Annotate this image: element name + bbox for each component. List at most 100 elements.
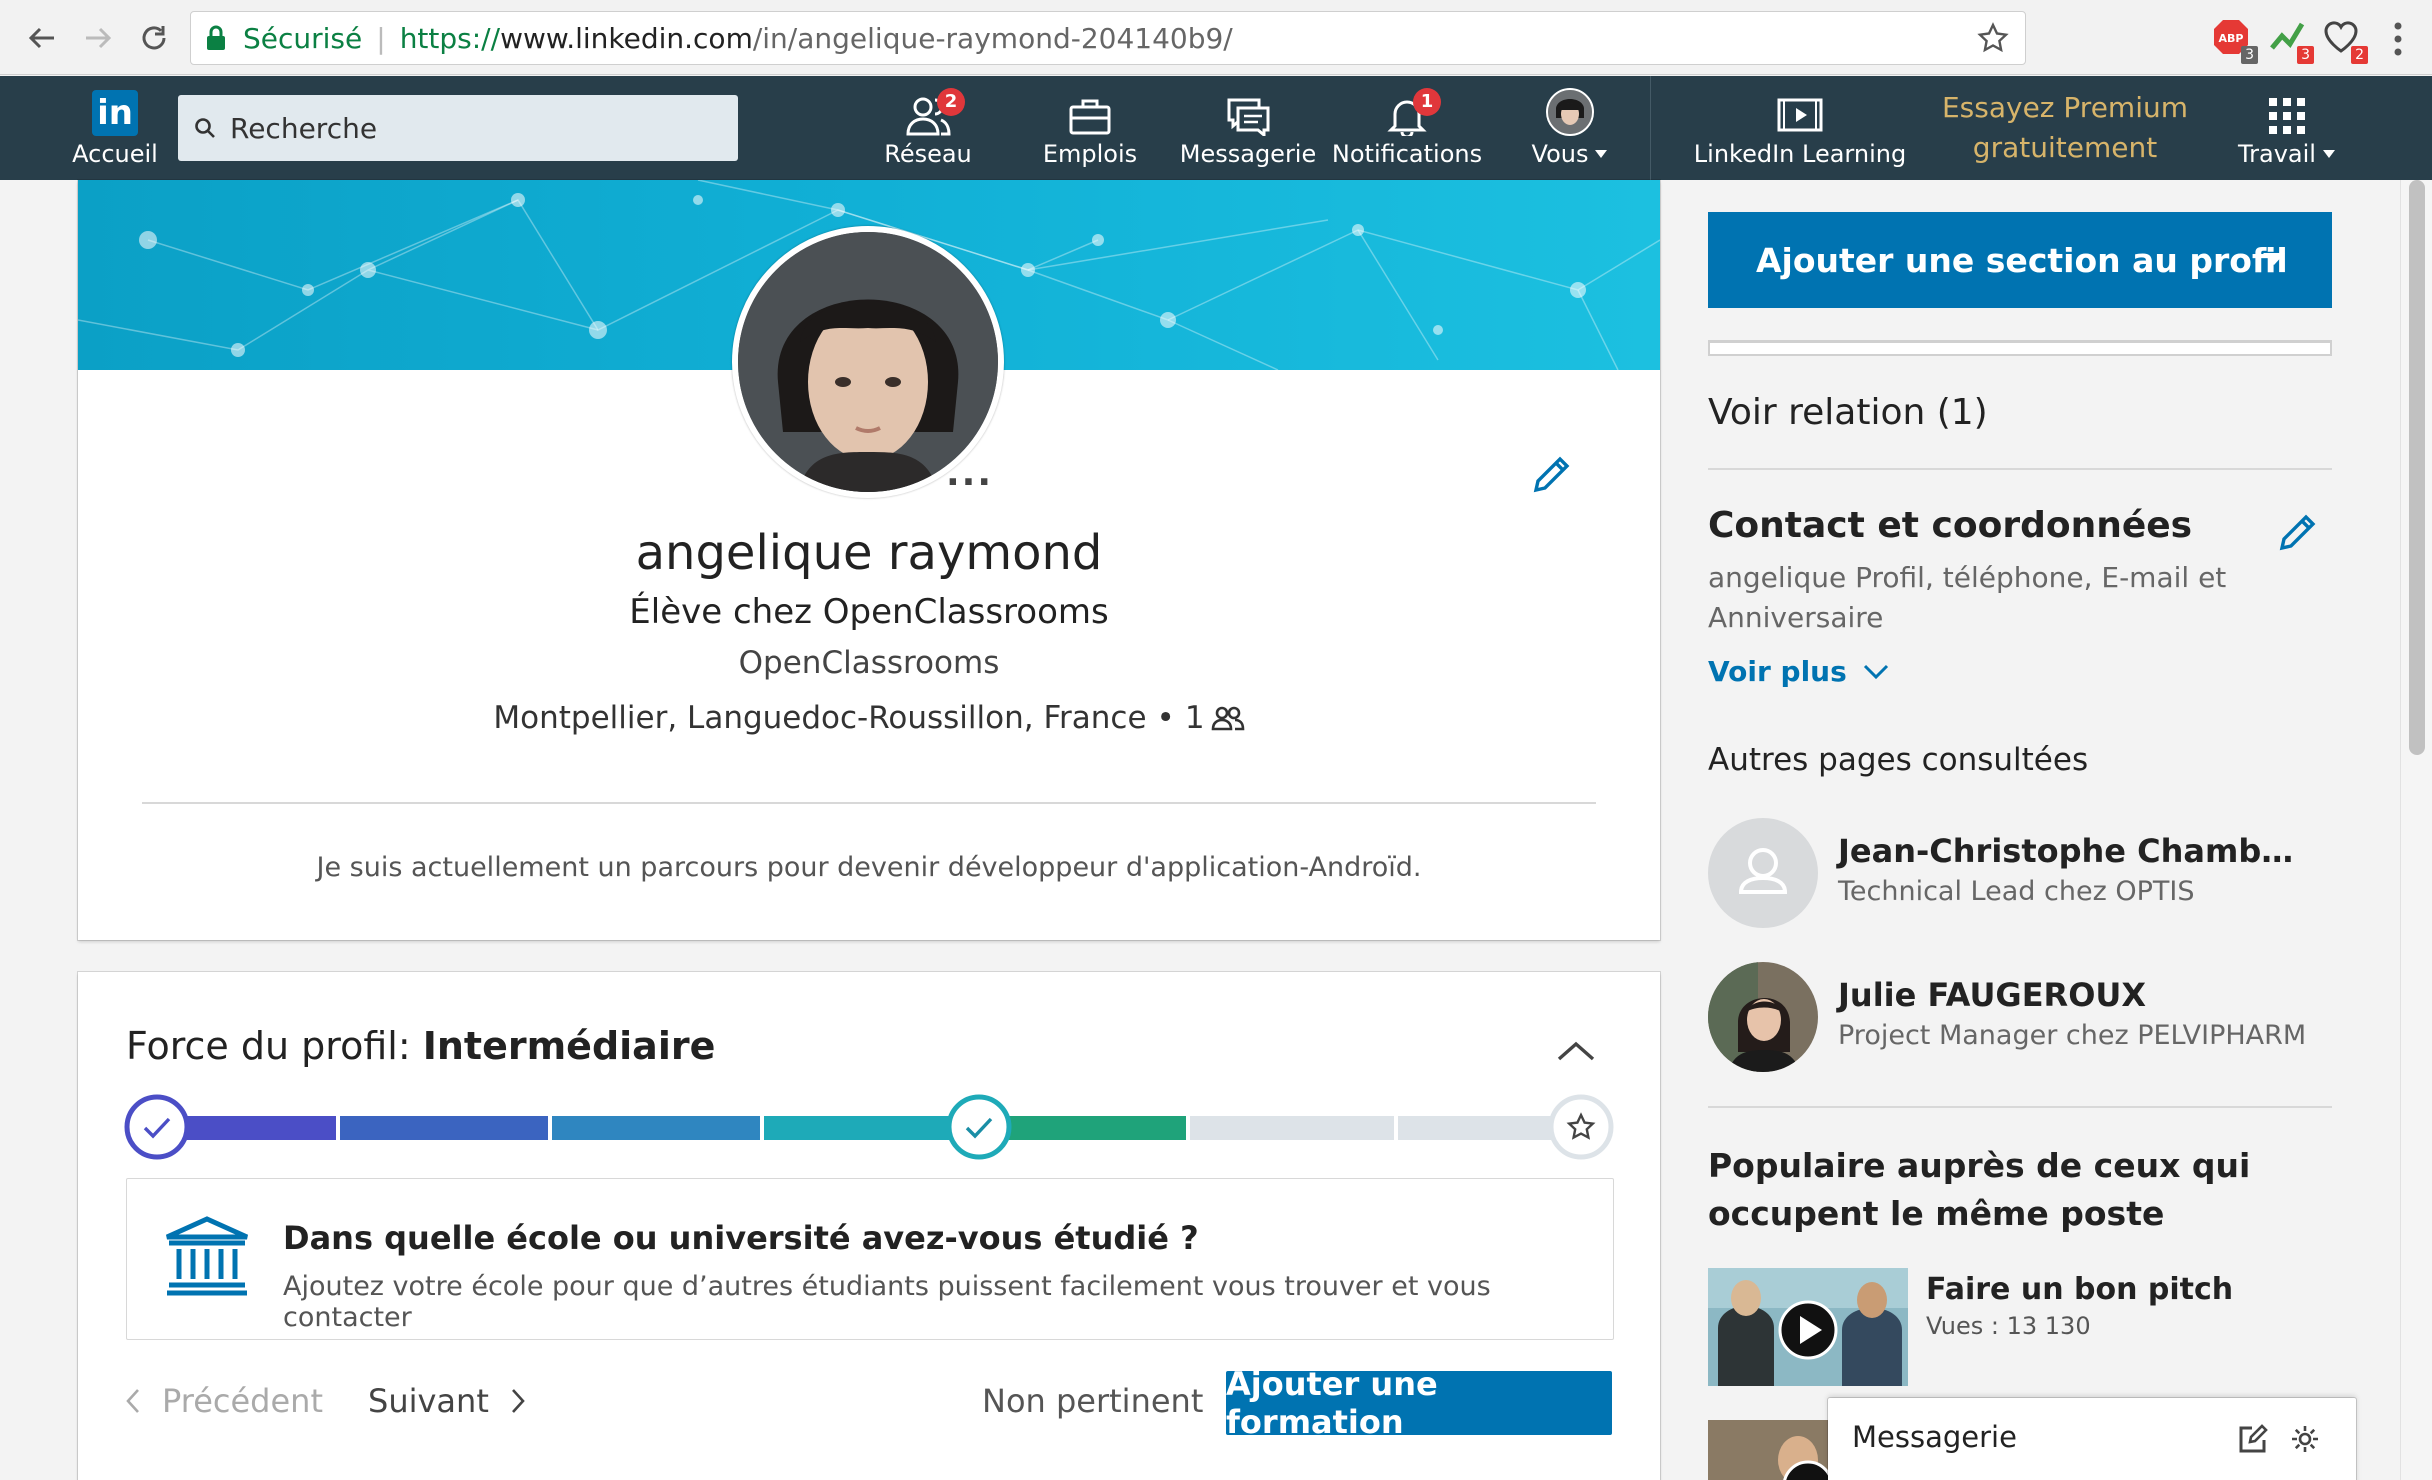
linkedin-logo-text: in — [97, 93, 133, 133]
back-arrow-icon[interactable] — [18, 14, 66, 62]
next-button[interactable]: Suivant — [368, 1382, 525, 1420]
network-badge: 2 — [937, 88, 965, 116]
strength-segment-2 — [340, 1116, 548, 1140]
contact-info-title: Contact et coordonnées — [1708, 505, 2193, 546]
profile-location-row: Montpellier, Languedoc-Roussillon, Franc… — [78, 700, 1660, 736]
forward-arrow-icon[interactable] — [74, 14, 122, 62]
strength-segment-4 — [764, 1116, 972, 1140]
person-name: Jean-Christophe Chamb… — [1838, 832, 2294, 870]
check-circle-icon — [946, 1094, 1012, 1160]
search-input[interactable]: Recherche — [178, 95, 738, 161]
check-circle-icon — [124, 1094, 190, 1160]
add-profile-section-button[interactable]: Ajouter une section au profil — [1708, 212, 2332, 308]
reload-icon[interactable] — [130, 14, 178, 62]
nav-jobs[interactable]: Emplois — [1030, 76, 1150, 180]
learning-icon — [1776, 96, 1824, 136]
profile-summary[interactable]: Je suis actuellement un parcours pour de… — [78, 852, 1660, 883]
chevron-right-icon — [511, 1388, 525, 1414]
nav-messaging[interactable]: Messagerie — [1178, 76, 1318, 180]
chevron-left-icon — [126, 1388, 140, 1414]
linkedin-navbar: in Accueil Recherche 2 Réseau Emplois Me… — [0, 76, 2432, 180]
also-viewed-person[interactable]: Jean-Christophe Chamb… Technical Lead ch… — [1708, 818, 2348, 928]
course-thumbnail[interactable] — [1708, 1268, 1908, 1386]
see-more-label: Voir plus — [1708, 655, 1847, 688]
browser-toolbar: Sécurisé | https://www.linkedin.com/in/a… — [0, 0, 2432, 75]
more-actions-button[interactable]: ··· — [946, 462, 993, 503]
star-goal-icon — [1548, 1094, 1614, 1160]
strength-level: Intermédiaire — [422, 1024, 716, 1068]
rail-progress-bar — [1708, 340, 2332, 356]
course-views: Vues : 13 130 — [1926, 1312, 2091, 1340]
profile-photo[interactable] — [732, 226, 1004, 498]
page-scrollbar[interactable] — [2400, 180, 2432, 1480]
school-suggestion-box: Dans quelle école ou université avez-vou… — [126, 1178, 1614, 1340]
search-icon — [194, 117, 216, 139]
also-viewed-person[interactable]: Julie FAUGEROUX Project Manager chez PEL… — [1708, 962, 2348, 1072]
connections-link[interactable]: 1 — [1185, 700, 1245, 736]
browser-menu-icon[interactable] — [2392, 20, 2404, 58]
next-label: Suivant — [368, 1382, 489, 1420]
network-icon: 2 — [905, 88, 965, 136]
connections-icon — [1211, 705, 1245, 731]
add-education-button[interactable]: Ajouter une formation — [1226, 1365, 1612, 1441]
adblock-extension-icon[interactable]: ABP 3 — [2212, 18, 2258, 64]
nav-notifications-label: Notifications — [1331, 140, 1483, 168]
settings-gear-icon[interactable] — [2290, 1424, 2320, 1454]
nav-notifications[interactable]: 1 Notifications — [1332, 76, 1482, 180]
nav-home[interactable]: in Accueil — [70, 76, 160, 180]
edit-pencil-icon[interactable] — [1530, 454, 1572, 496]
address-bar[interactable]: Sécurisé | https://www.linkedin.com/in/a… — [190, 11, 2026, 65]
popular-courses-title: Populaire auprès de ceux qui occupent le… — [1708, 1146, 2251, 1233]
lock-icon — [205, 24, 227, 52]
notifications-badge: 1 — [1413, 88, 1441, 116]
nav-me[interactable]: Vous — [1520, 76, 1620, 180]
person-title: Project Manager chez PELVIPHARM — [1838, 1020, 2307, 1051]
contact-info-description: angelique Profil, téléphone, E-mail et A… — [1708, 561, 2227, 634]
strength-title-prefix: Force du profil: — [126, 1024, 423, 1068]
green-extension-badge: 3 — [2297, 46, 2314, 64]
compose-icon[interactable] — [2238, 1424, 2268, 1454]
premium-link[interactable]: Essayez Premium gratuitement — [1930, 76, 2200, 180]
nav-work[interactable]: Travail — [2232, 76, 2342, 180]
profile-strength-card: Force du profil: Intermédiaire Dans quel… — [78, 972, 1660, 1480]
collapse-chevron-icon[interactable] — [1556, 1040, 1596, 1062]
messaging-panel[interactable]: Messagerie — [1828, 1398, 2356, 1480]
rail-divider — [1708, 1106, 2332, 1108]
nav-learning[interactable]: LinkedIn Learning — [1690, 76, 1910, 180]
person-avatar — [1708, 962, 1818, 1072]
nav-home-label: Accueil — [72, 140, 158, 168]
view-connection-link[interactable]: Voir relation (1) — [1708, 392, 1988, 433]
url-separator: | — [376, 21, 386, 55]
profile-company[interactable]: OpenClassrooms — [78, 645, 1660, 681]
scrollbar-thumb[interactable] — [2409, 180, 2425, 755]
green-extension-icon[interactable]: 3 — [2268, 18, 2314, 64]
heart-extension-icon[interactable]: 2 — [2322, 18, 2368, 64]
heart-extension-badge: 2 — [2351, 46, 2368, 64]
person-placeholder-avatar — [1708, 818, 1818, 928]
strength-segment-3 — [552, 1116, 760, 1140]
nav-network[interactable]: 2 Réseau — [868, 76, 988, 180]
see-more-link[interactable]: Voir plus — [1708, 655, 1889, 688]
bookmark-star-icon[interactable] — [1977, 22, 2009, 54]
search-placeholder: Recherche — [230, 111, 378, 145]
course-title[interactable]: Faire un bon pitch — [1926, 1272, 2233, 1307]
svg-text:ABP: ABP — [2219, 32, 2244, 45]
person-title: Technical Lead chez OPTIS — [1838, 876, 2195, 907]
premium-line2: gratuitement — [1972, 131, 2158, 164]
previous-button[interactable]: Précédent — [126, 1382, 323, 1420]
profile-divider — [142, 802, 1596, 804]
linkedin-logo-icon: in — [92, 90, 138, 136]
nav-jobs-label: Emplois — [1042, 140, 1138, 168]
caret-down-icon — [2322, 149, 2336, 159]
caret-down-icon — [2262, 252, 2286, 266]
grid-icon — [2267, 96, 2307, 136]
university-icon — [163, 1215, 251, 1299]
nav-me-label: Vous — [1531, 140, 1589, 168]
messaging-label: Messagerie — [1852, 1420, 2017, 1454]
caret-down-icon — [1594, 149, 1608, 159]
not-relevant-button[interactable]: Non pertinent — [982, 1382, 1203, 1420]
url-host: www.linkedin.com — [500, 21, 753, 55]
edit-pencil-icon[interactable] — [2276, 512, 2318, 554]
strength-title: Force du profil: Intermédiaire — [126, 1024, 715, 1068]
bell-icon: 1 — [1387, 88, 1441, 136]
